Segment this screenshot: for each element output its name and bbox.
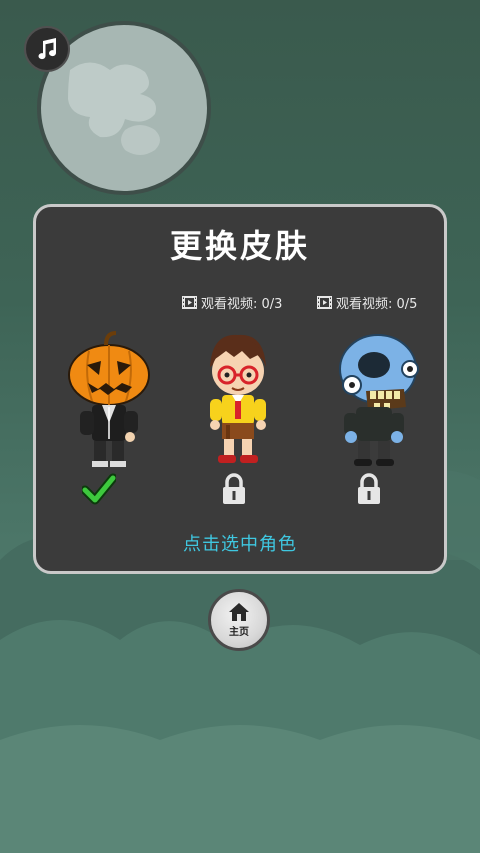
music-note-icon (38, 38, 57, 60)
video-requirement-boy: 观看视频: 0/3 (182, 293, 282, 312)
character-pumpkin[interactable] (54, 327, 164, 477)
checkmark-icon (82, 473, 116, 505)
home-button[interactable]: 主页 (208, 589, 270, 651)
character-zombie[interactable] (322, 327, 432, 477)
video-requirement-zombie: 观看视频: 0/5 (317, 293, 417, 312)
home-icon (229, 603, 249, 621)
film-icon (182, 296, 197, 309)
lock-icon (358, 473, 380, 504)
skin-select-panel: 更换皮肤 观看视频: 0/3 观看视频: 0/5 点击选中角色 (33, 204, 447, 574)
character-boy[interactable] (182, 327, 292, 477)
select-character-hint: 点击选中角色 (183, 534, 297, 555)
music-toggle-button[interactable] (24, 26, 70, 72)
game-screen: 更换皮肤 观看视频: 0/3 观看视频: 0/5 点击选中角色 主页 (0, 0, 480, 853)
video-count-label: 观看视频: 0/3 (201, 297, 283, 312)
home-label: 主页 (229, 627, 249, 638)
panel-title: 更换皮肤 (169, 227, 310, 265)
lock-icon (223, 473, 245, 504)
video-count-label: 观看视频: 0/5 (336, 297, 418, 312)
film-icon (317, 296, 332, 309)
